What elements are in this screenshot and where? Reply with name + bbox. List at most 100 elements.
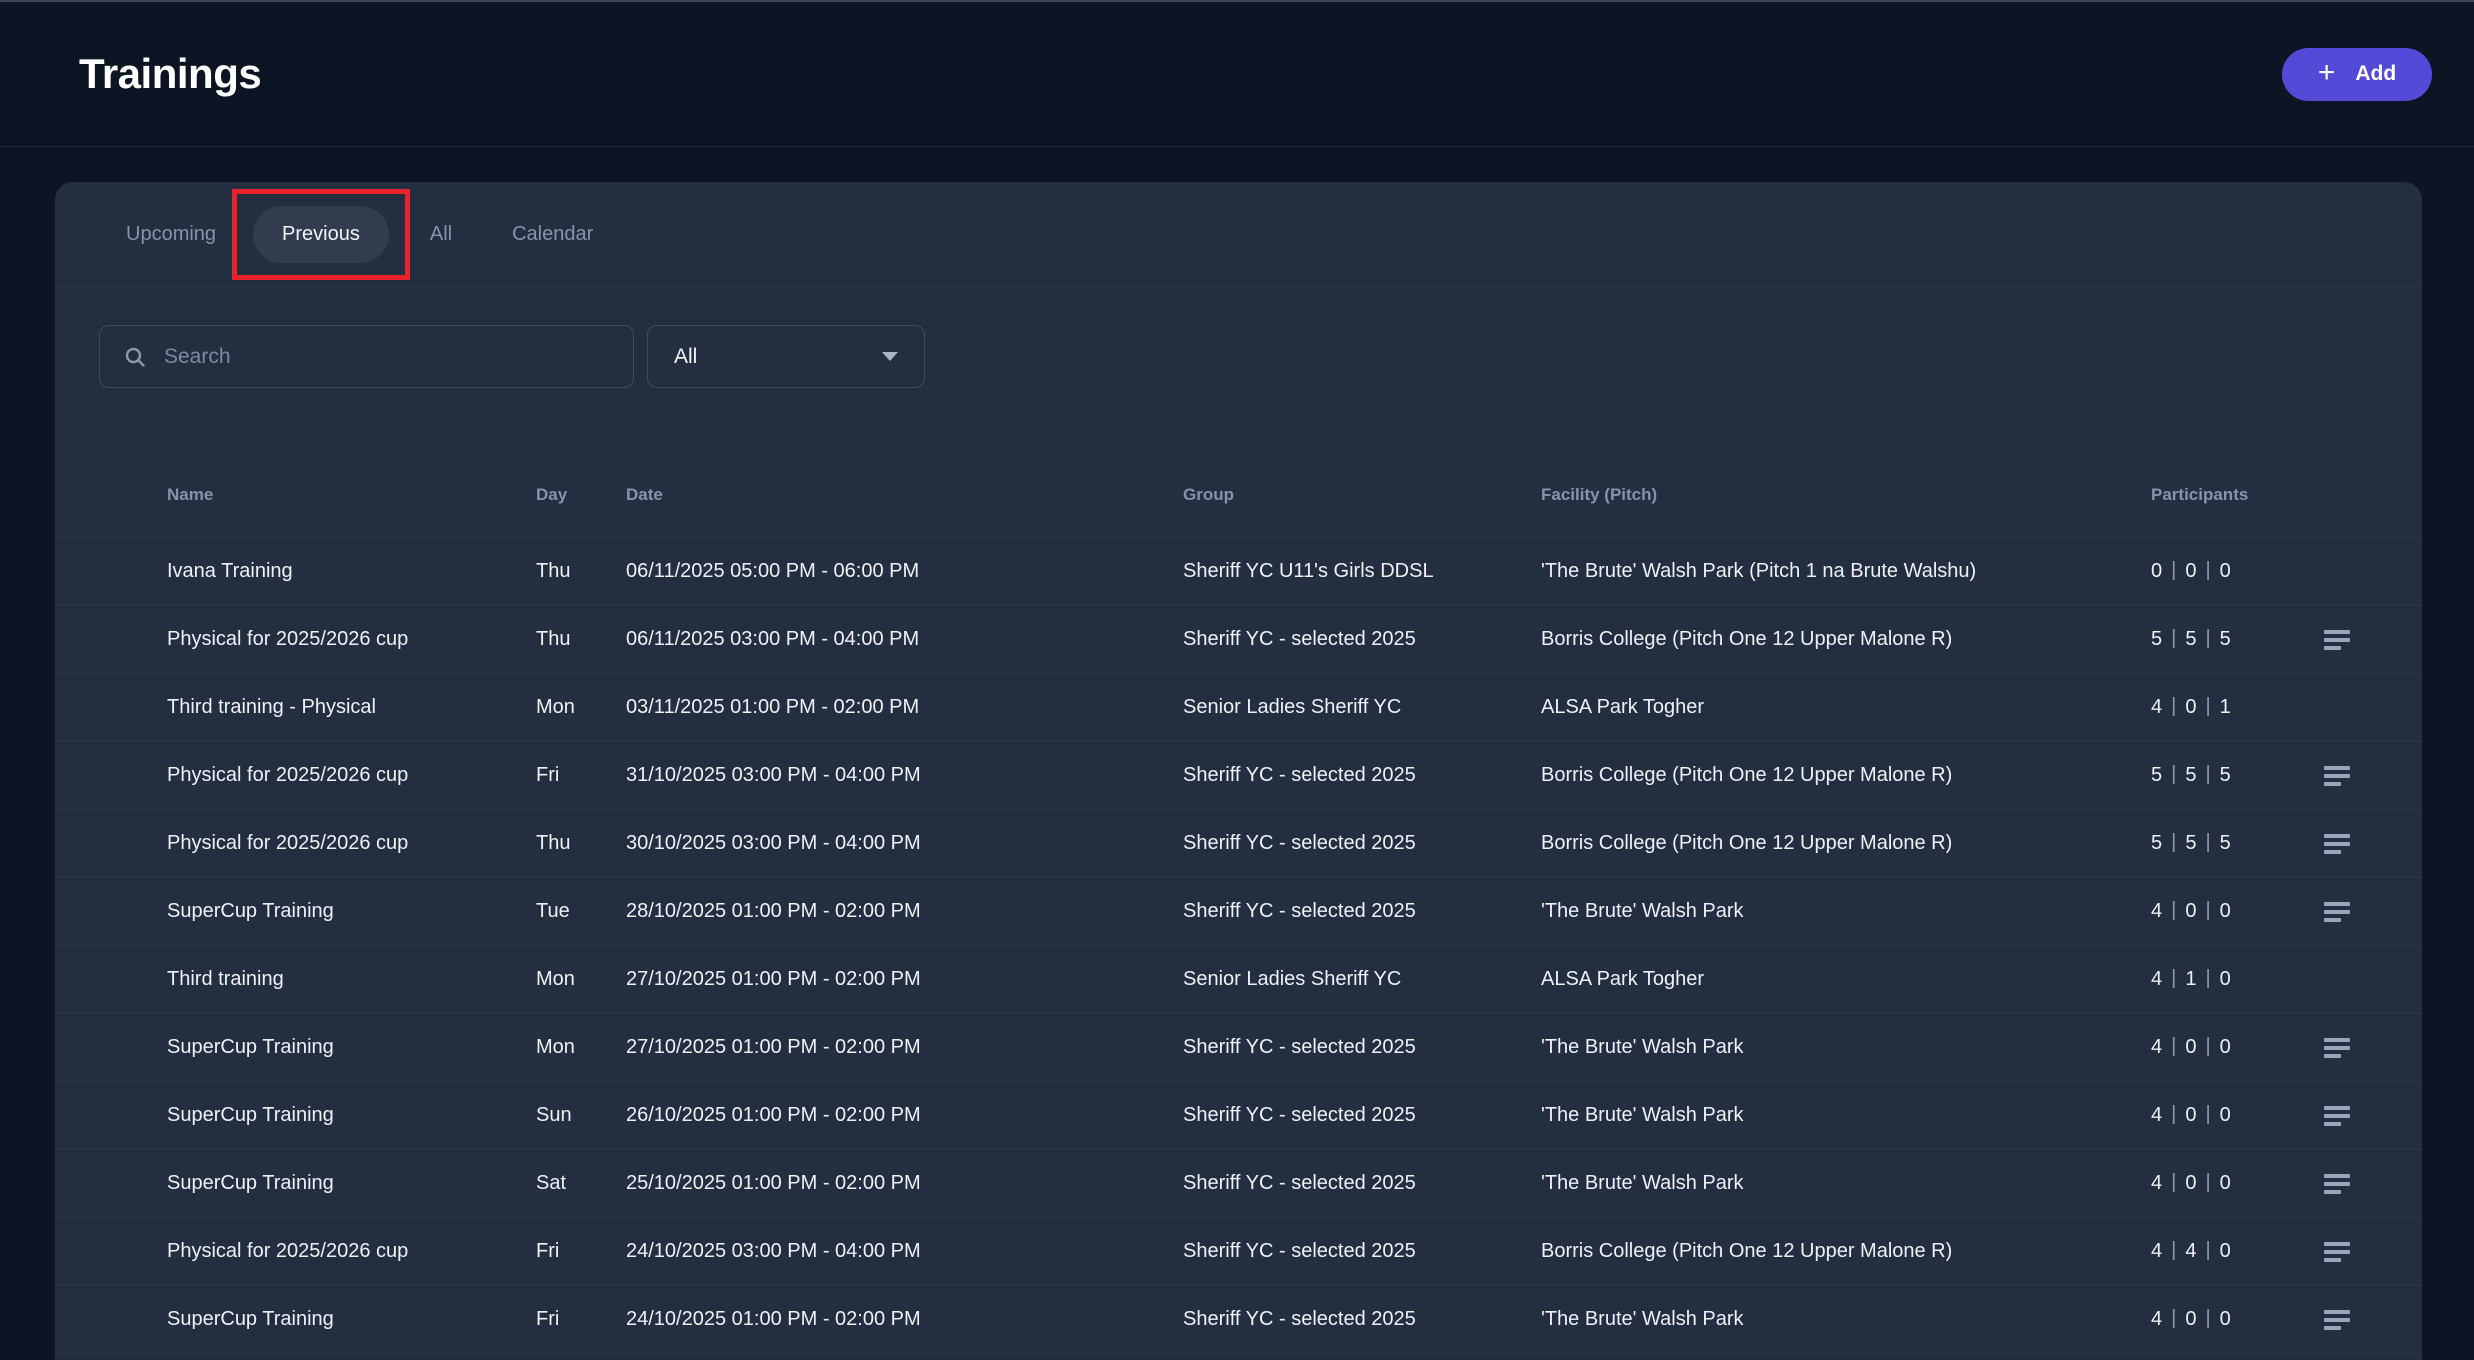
- table-header-row: Name Day Date Group Facility (Pitch) Par…: [55, 452, 2422, 538]
- cell-facility: Borris College (Pitch One 12 Upper Malon…: [1541, 1240, 2151, 1263]
- cell-date: 26/10/2025 01:00 PM - 02:00 PM: [626, 1104, 1183, 1127]
- participants-count: 5: [2151, 628, 2162, 651]
- table-row[interactable]: SuperCup TrainingTue28/10/2025 01:00 PM …: [55, 878, 2422, 946]
- cell-facility: Borris College (Pitch One 12 Upper Malon…: [1541, 832, 2151, 855]
- tab-calendar[interactable]: Calendar: [512, 223, 593, 246]
- tab-previous[interactable]: Previous: [253, 206, 389, 263]
- participants-count: 1: [2220, 696, 2231, 719]
- cell-actions: [2324, 834, 2384, 854]
- participants-separator: |: [2205, 628, 2210, 650]
- participants-count: 0: [2185, 900, 2196, 923]
- participants-separator: |: [2205, 1104, 2210, 1126]
- cell-date: 24/10/2025 03:00 PM - 04:00 PM: [626, 1240, 1183, 1263]
- participants-count: 0: [2220, 1172, 2231, 1195]
- cell-participants: 5|5|5: [2151, 832, 2324, 855]
- group-filter-select[interactable]: All: [647, 325, 925, 388]
- participants-separator: |: [2171, 832, 2176, 854]
- participants-count: 5: [2151, 764, 2162, 787]
- table-row[interactable]: Physical for 2025/2026 cupThu06/11/2025 …: [55, 606, 2422, 674]
- notes-icon[interactable]: [2324, 902, 2350, 922]
- participants-separator: |: [2205, 1308, 2210, 1330]
- notes-icon[interactable]: [2324, 1310, 2350, 1330]
- participants-separator: |: [2205, 832, 2210, 854]
- participants-count: 0: [2185, 1308, 2196, 1331]
- cell-actions: [2324, 1310, 2384, 1330]
- notes-icon[interactable]: [2324, 766, 2350, 786]
- cell-name: SuperCup Training: [167, 1036, 536, 1059]
- table-row[interactable]: Third trainingMon27/10/2025 01:00 PM - 0…: [55, 946, 2422, 1014]
- participants-count: 1: [2185, 968, 2196, 991]
- cell-group: Senior Ladies Sheriff YC: [1183, 968, 1541, 991]
- table-row[interactable]: SuperCup TrainingSat25/10/2025 01:00 PM …: [55, 1150, 2422, 1218]
- add-button[interactable]: + Add: [2282, 48, 2432, 101]
- cell-actions: [2324, 766, 2384, 786]
- participants-count: 0: [2220, 968, 2231, 991]
- participants-count: 0: [2185, 1172, 2196, 1195]
- participants-count: 5: [2185, 832, 2196, 855]
- table-row[interactable]: Third training - PhysicalMon03/11/2025 0…: [55, 674, 2422, 742]
- trainings-table: Name Day Date Group Facility (Pitch) Par…: [55, 452, 2422, 1354]
- cell-facility: Borris College (Pitch One 12 Upper Malon…: [1541, 628, 2151, 651]
- notes-icon[interactable]: [2324, 1106, 2350, 1126]
- notes-icon[interactable]: [2324, 1242, 2350, 1262]
- cell-date: 31/10/2025 03:00 PM - 04:00 PM: [626, 764, 1183, 787]
- table-row[interactable]: Physical for 2025/2026 cupFri24/10/2025 …: [55, 1218, 2422, 1286]
- participants-count: 4: [2185, 1240, 2196, 1263]
- page-header: Trainings + Add: [0, 2, 2474, 147]
- participants-count: 4: [2151, 1172, 2162, 1195]
- table-row[interactable]: SuperCup TrainingSun26/10/2025 01:00 PM …: [55, 1082, 2422, 1150]
- cell-participants: 4|0|1: [2151, 696, 2324, 719]
- column-header-day: Day: [536, 485, 626, 505]
- cell-date: 25/10/2025 01:00 PM - 02:00 PM: [626, 1172, 1183, 1195]
- cell-participants: 4|0|0: [2151, 1036, 2324, 1059]
- trainings-card: Upcoming Previous All Calendar All Name …: [55, 182, 2422, 1360]
- cell-actions: [2324, 1174, 2384, 1194]
- table-row[interactable]: SuperCup TrainingFri24/10/2025 01:00 PM …: [55, 1286, 2422, 1354]
- table-row[interactable]: Ivana TrainingThu06/11/2025 05:00 PM - 0…: [55, 538, 2422, 606]
- table-row[interactable]: Physical for 2025/2026 cupThu30/10/2025 …: [55, 810, 2422, 878]
- cell-group: Sheriff YC - selected 2025: [1183, 900, 1541, 923]
- participants-count: 4: [2151, 1308, 2162, 1331]
- tabs-bar: Upcoming Previous All Calendar: [55, 182, 2422, 287]
- notes-icon[interactable]: [2324, 834, 2350, 854]
- cell-name: Ivana Training: [167, 560, 536, 583]
- cell-participants: 4|0|0: [2151, 1104, 2324, 1127]
- page-title: Trainings: [79, 50, 261, 98]
- participants-separator: |: [2205, 1172, 2210, 1194]
- participants-separator: |: [2205, 696, 2210, 718]
- tab-upcoming[interactable]: Upcoming: [126, 223, 216, 246]
- participants-count: 0: [2220, 560, 2231, 583]
- notes-icon[interactable]: [2324, 1038, 2350, 1058]
- participants-count: 5: [2185, 628, 2196, 651]
- participants-separator: |: [2171, 560, 2176, 582]
- cell-day: Fri: [536, 1240, 626, 1263]
- participants-separator: |: [2171, 696, 2176, 718]
- tab-all[interactable]: All: [430, 223, 452, 246]
- search-box[interactable]: [99, 325, 634, 388]
- annotation-highlight-box: Previous: [232, 189, 410, 280]
- cell-name: SuperCup Training: [167, 1308, 536, 1331]
- cell-facility: 'The Brute' Walsh Park: [1541, 1036, 2151, 1059]
- cell-facility: 'The Brute' Walsh Park: [1541, 1104, 2151, 1127]
- participants-separator: |: [2205, 900, 2210, 922]
- participants-separator: |: [2171, 1036, 2176, 1058]
- notes-icon[interactable]: [2324, 1174, 2350, 1194]
- participants-count: 5: [2220, 628, 2231, 651]
- cell-actions: [2324, 902, 2384, 922]
- cell-group: Sheriff YC U11's Girls DDSL: [1183, 560, 1541, 583]
- cell-group: Sheriff YC - selected 2025: [1183, 832, 1541, 855]
- table-row[interactable]: Physical for 2025/2026 cupFri31/10/2025 …: [55, 742, 2422, 810]
- column-header-participants: Participants: [2151, 485, 2324, 505]
- notes-icon[interactable]: [2324, 630, 2350, 650]
- participants-count: 5: [2220, 764, 2231, 787]
- participants-count: 0: [2220, 1036, 2231, 1059]
- search-input[interactable]: [164, 345, 613, 369]
- table-row[interactable]: SuperCup TrainingMon27/10/2025 01:00 PM …: [55, 1014, 2422, 1082]
- cell-day: Fri: [536, 1308, 626, 1331]
- column-header-name: Name: [167, 485, 536, 505]
- cell-participants: 4|0|0: [2151, 1308, 2324, 1331]
- cell-name: SuperCup Training: [167, 1104, 536, 1127]
- cell-group: Sheriff YC - selected 2025: [1183, 1172, 1541, 1195]
- participants-count: 5: [2185, 764, 2196, 787]
- cell-name: Physical for 2025/2026 cup: [167, 628, 536, 651]
